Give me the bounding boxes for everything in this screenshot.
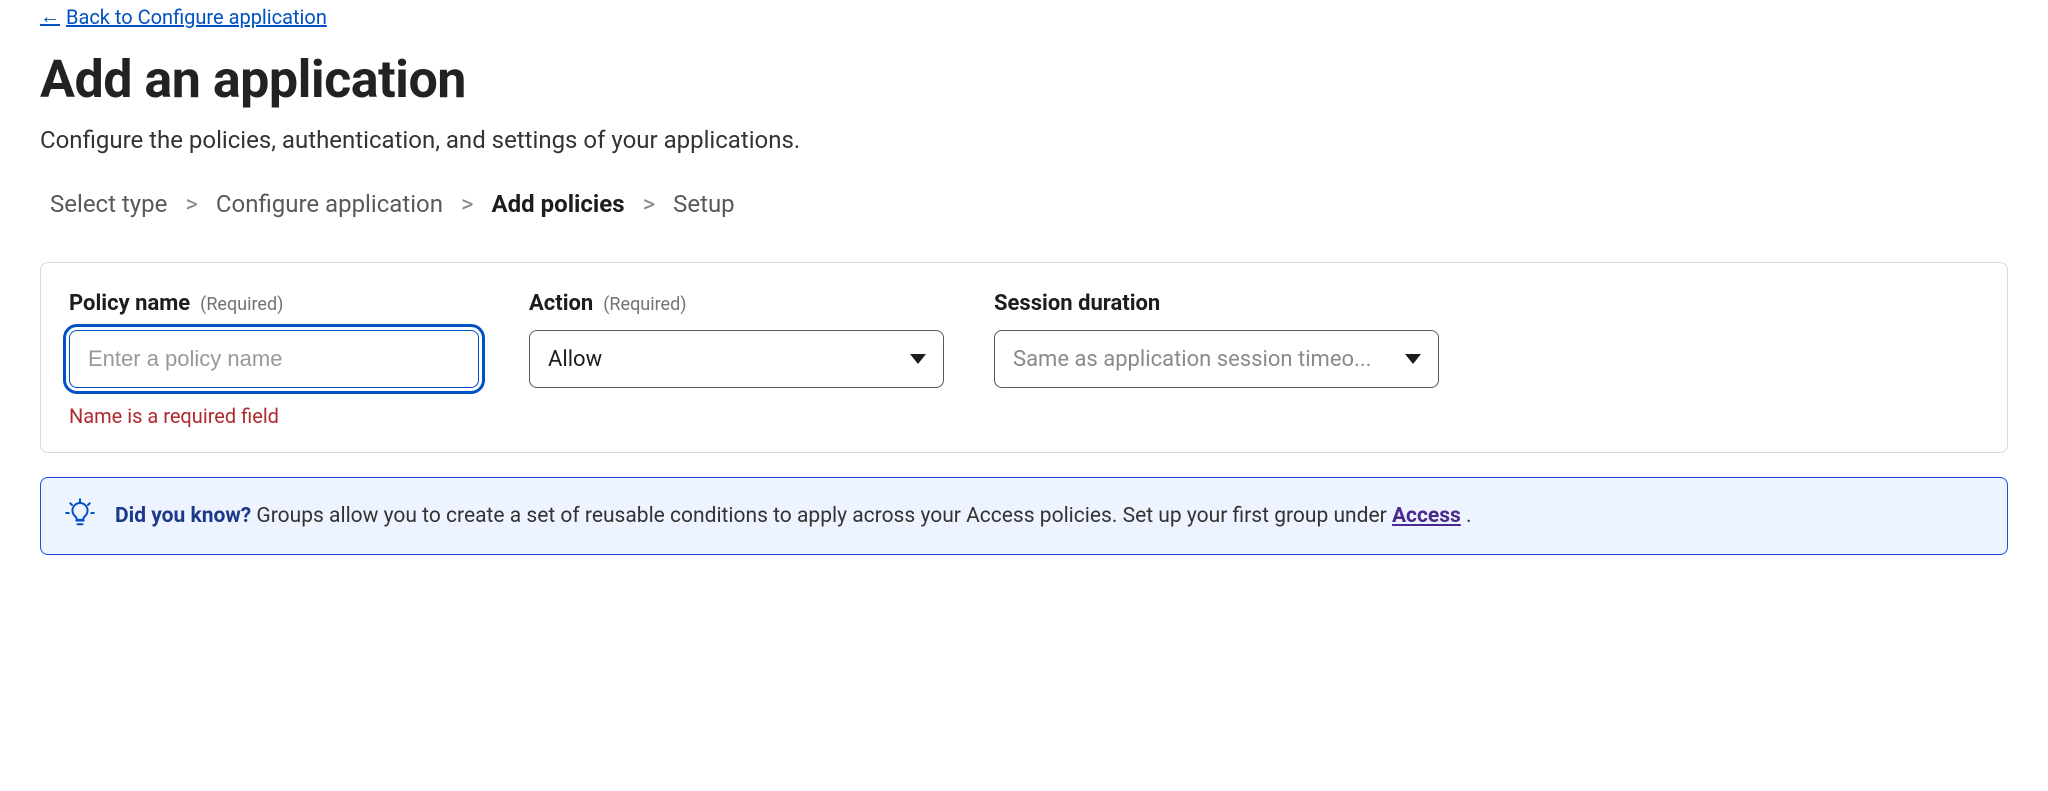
- policy-name-error: Name is a required field: [69, 404, 479, 428]
- session-duration-label: Session duration: [994, 291, 1160, 316]
- session-duration-select-value: Same as application session timeo...: [1013, 347, 1371, 372]
- policy-name-group: Policy name (Required) Name is a require…: [69, 291, 479, 428]
- back-link[interactable]: ← Back to Configure application: [40, 4, 327, 29]
- chevron-right-icon: >: [643, 190, 656, 218]
- breadcrumb-item-select-type[interactable]: Select type: [50, 190, 167, 218]
- action-select[interactable]: Allow: [529, 330, 944, 388]
- action-required: (Required): [603, 294, 686, 315]
- lightbulb-icon: [65, 498, 95, 534]
- info-banner: Did you know? Groups allow you to create…: [40, 477, 2008, 555]
- chevron-right-icon: >: [461, 190, 474, 218]
- page-title: Add an application: [40, 49, 2008, 110]
- session-duration-select[interactable]: Same as application session timeo...: [994, 330, 1439, 388]
- policy-form-card: Policy name (Required) Name is a require…: [40, 262, 2008, 453]
- breadcrumb-item-setup[interactable]: Setup: [673, 190, 735, 218]
- back-link-label: Back to Configure application: [66, 5, 327, 29]
- action-select-value: Allow: [548, 347, 602, 372]
- breadcrumb: Select type > Configure application > Ad…: [50, 190, 2008, 218]
- policy-name-input[interactable]: [69, 330, 479, 388]
- action-label: Action: [529, 291, 593, 316]
- info-strong: Did you know?: [115, 504, 251, 528]
- info-text: Did you know? Groups allow you to create…: [115, 504, 1472, 528]
- info-tail: .: [1461, 504, 1472, 528]
- info-access-link[interactable]: Access: [1392, 504, 1461, 528]
- policy-name-label: Policy name: [69, 291, 190, 316]
- info-body: Groups allow you to create a set of reus…: [251, 504, 1392, 528]
- breadcrumb-item-add-policies[interactable]: Add policies: [492, 190, 625, 218]
- session-duration-group: Session duration Same as application ses…: [994, 291, 1439, 428]
- policy-name-required: (Required): [200, 294, 283, 315]
- action-group: Action (Required) Allow: [529, 291, 944, 428]
- page-subtitle: Configure the policies, authentication, …: [40, 126, 2008, 154]
- breadcrumb-item-configure-application[interactable]: Configure application: [216, 190, 443, 218]
- arrow-left-icon: ←: [40, 4, 60, 29]
- chevron-right-icon: >: [185, 190, 198, 218]
